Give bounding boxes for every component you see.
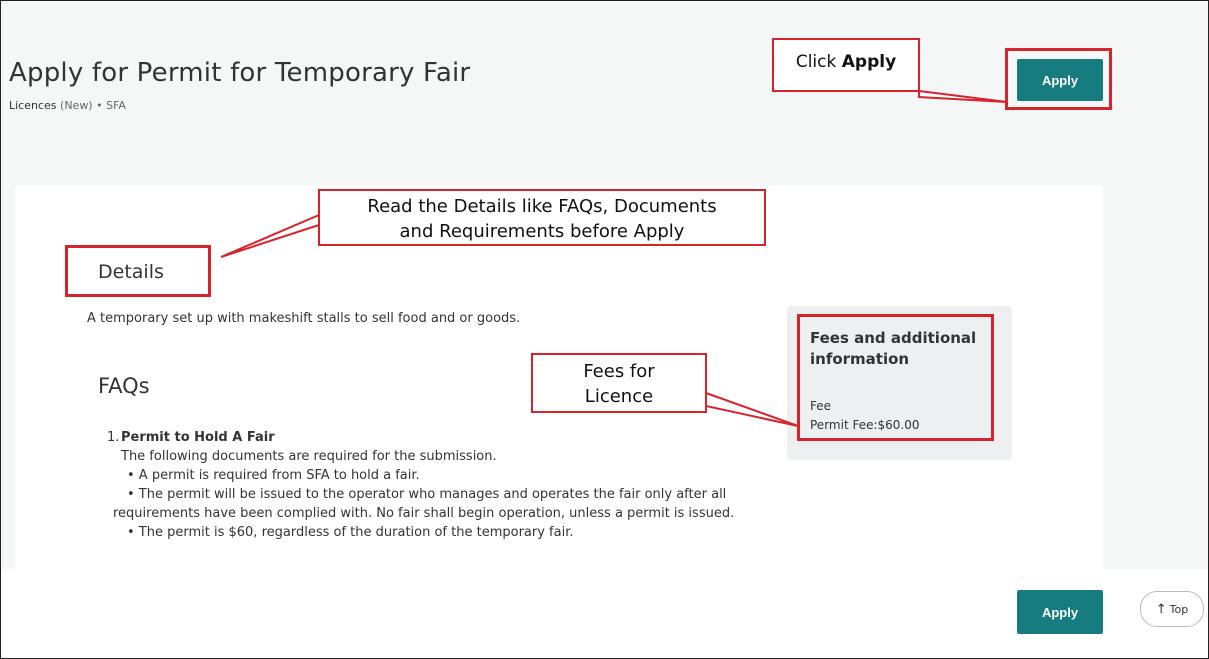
details-description: A temporary set up with makeshift stalls… (87, 311, 521, 326)
callout-click-apply: Click Apply (772, 38, 920, 92)
subtitle-category: Licences (9, 99, 57, 112)
highlight-apply-button (1005, 48, 1112, 110)
callout-read-details-line1: Read the Details like FAQs, Documents (367, 196, 717, 217)
subtitle-agency: (New) • SFA (56, 99, 126, 112)
callout-click-apply-bold: Apply (841, 52, 897, 72)
back-to-top-label: Top (1169, 602, 1189, 616)
callout-read-details-line2: and Requirements before Apply (399, 221, 685, 242)
apply-button-footer[interactable]: Apply (1017, 590, 1103, 634)
faq-answer-line: The following documents are required for… (121, 449, 497, 464)
app-frame: Apply for Permit for Temporary Fair Lice… (0, 0, 1209, 659)
page-subtitle: Licences (New) • SFA (9, 99, 126, 112)
faq-item-number: 1. (107, 430, 120, 445)
faq-answer-bullet: • A permit is required from SFA to hold … (127, 468, 420, 483)
callout-fees-line1: Fees for (583, 361, 655, 382)
page-title: Apply for Permit for Temporary Fair (9, 58, 471, 88)
callout-fees-for-licence: Fees for Licence (531, 353, 707, 413)
faq-answer-bullet: • The permit will be issued to the opera… (113, 487, 735, 521)
faq-question: Permit to Hold A Fair (121, 430, 275, 445)
highlight-details-heading (65, 245, 211, 297)
faq-item: 1. Permit to Hold A Fair The following d… (107, 428, 741, 542)
arrow-up-icon: ↑ (1155, 601, 1167, 617)
highlight-fees-panel (797, 314, 994, 441)
callout-fees-line2: Licence (584, 386, 654, 407)
callout-click-apply-prefix: Click (795, 52, 842, 72)
faqs-heading: FAQs (98, 374, 150, 398)
callout-read-details: Read the Details like FAQs, Documents an… (318, 189, 766, 246)
faq-answer-bullet: • The permit is $60, regardless of the d… (127, 525, 574, 540)
back-to-top-button[interactable]: ↑ Top (1140, 591, 1204, 627)
pointer-apply (918, 89, 1008, 103)
